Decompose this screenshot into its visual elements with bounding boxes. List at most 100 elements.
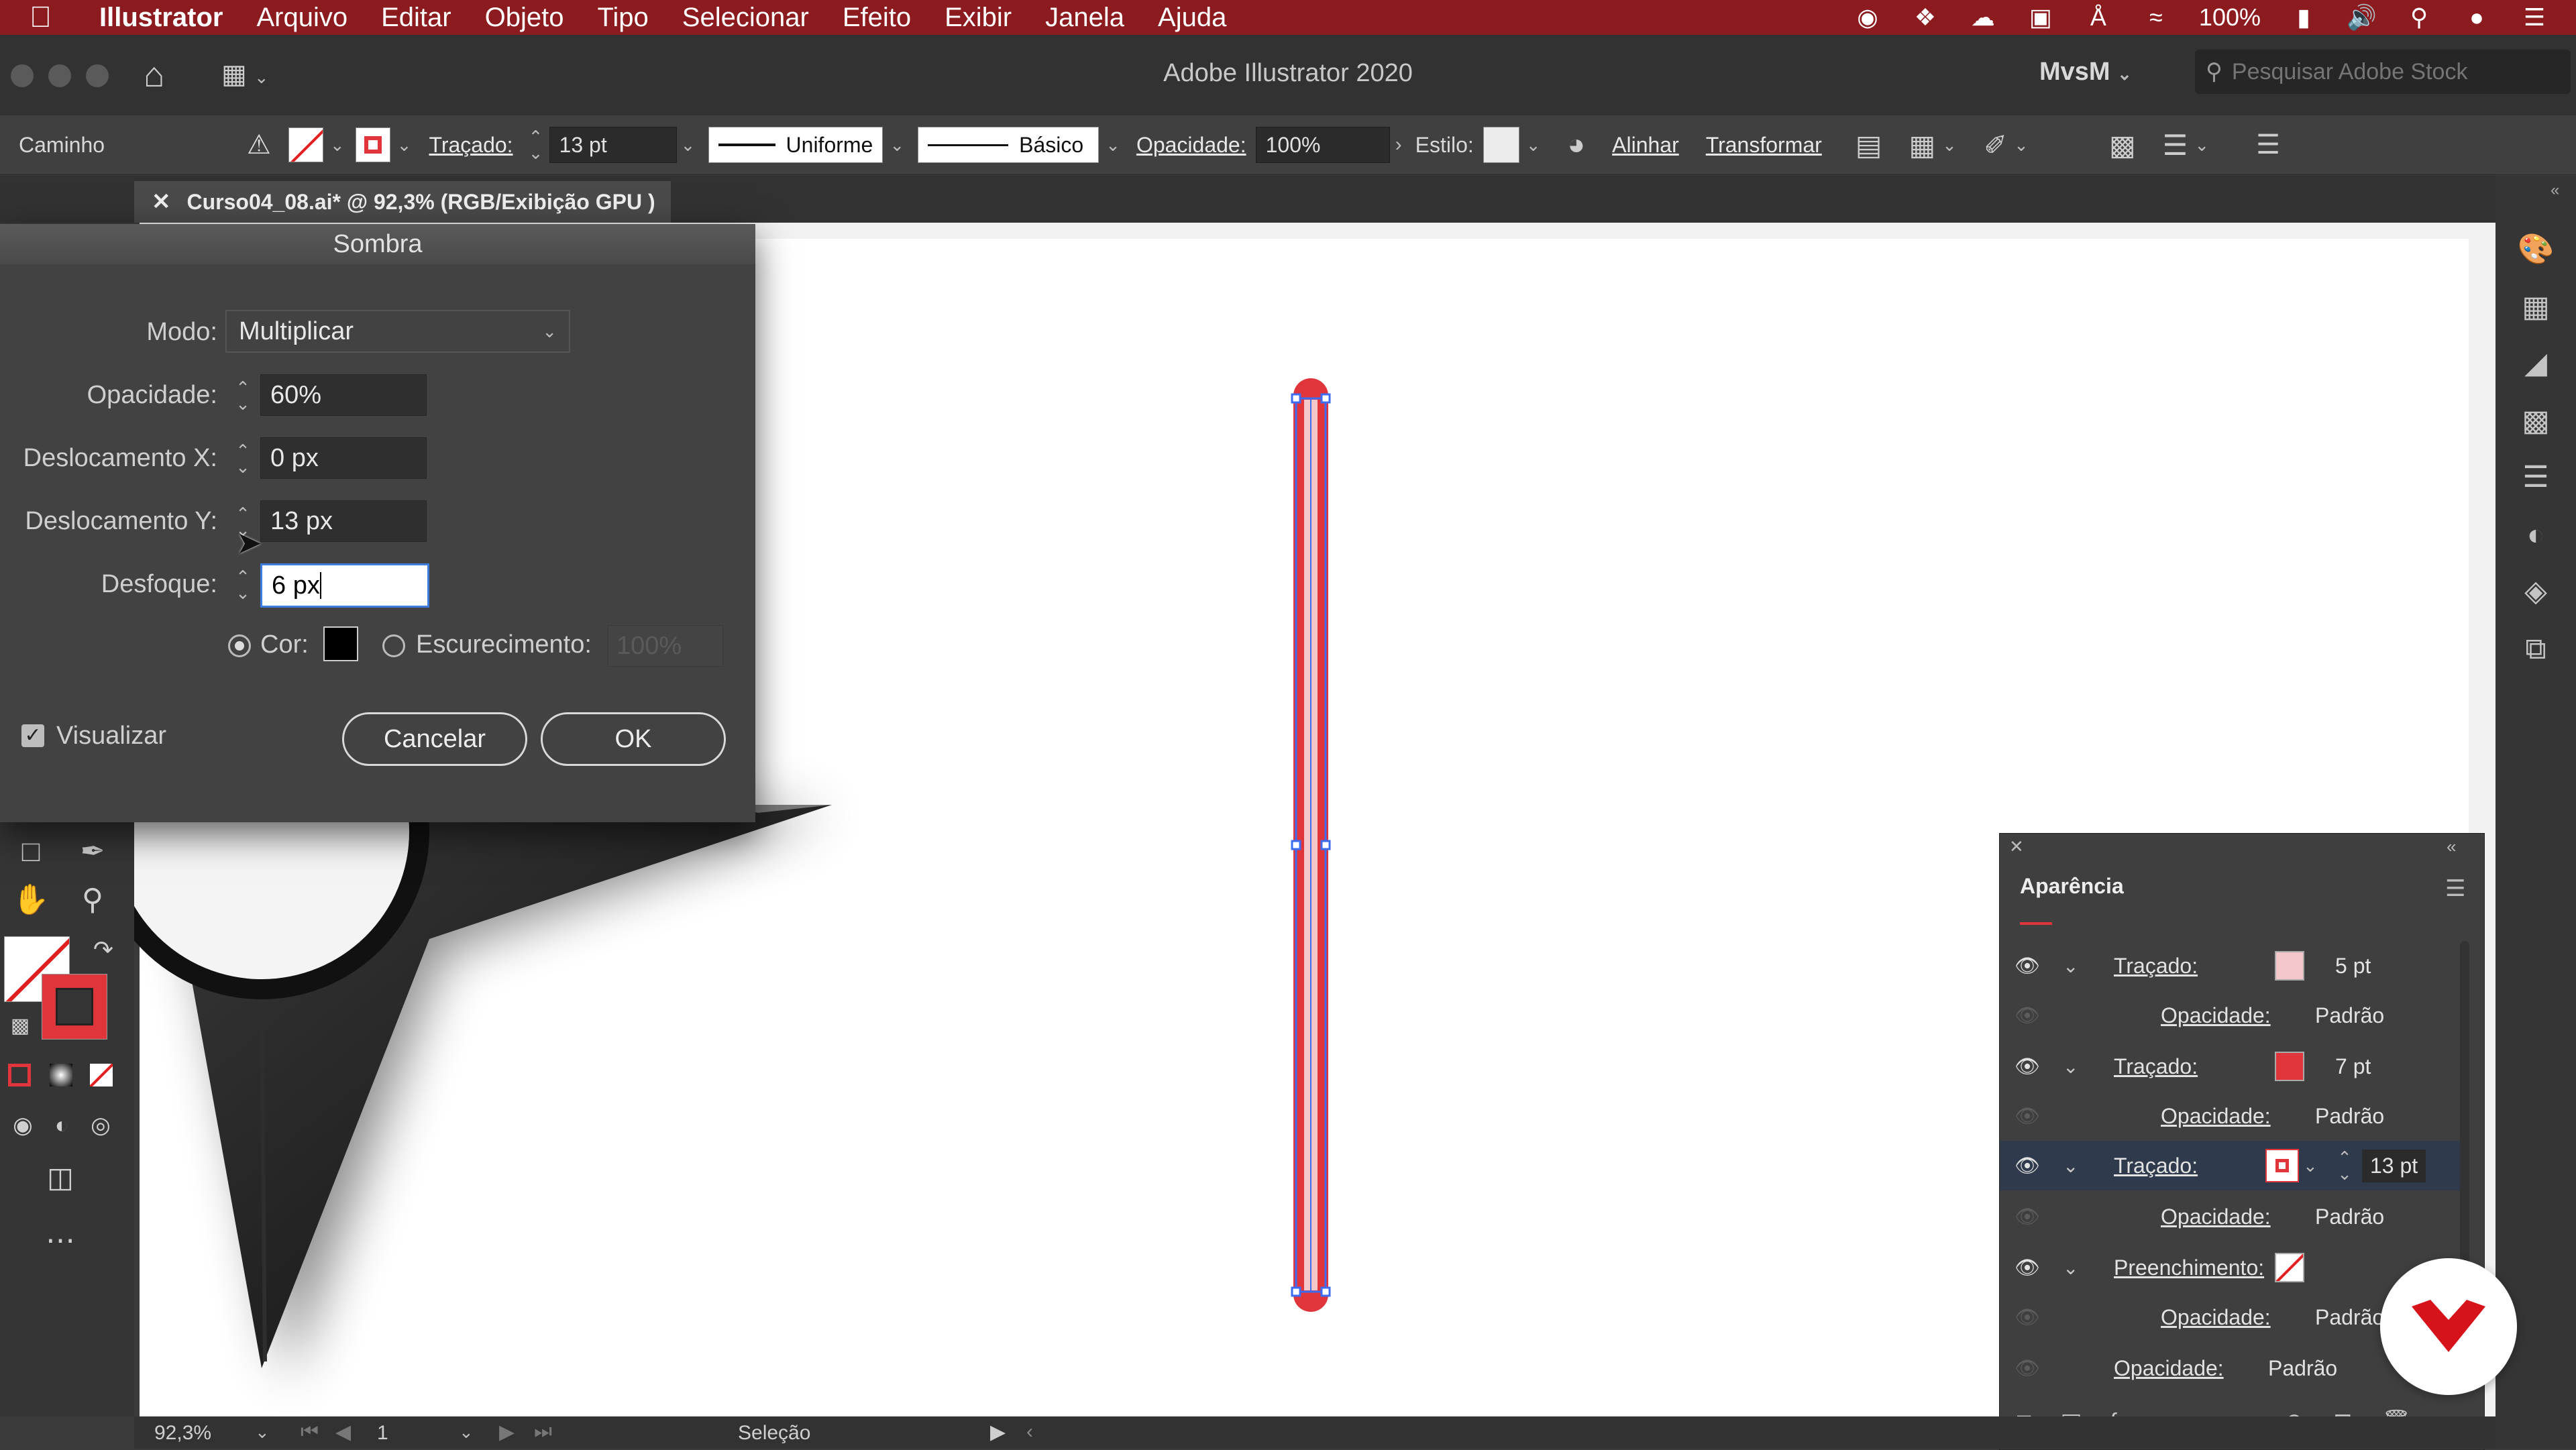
stroke-label[interactable]: Traçado: (429, 133, 513, 158)
edit-toolbar-icon[interactable]: ⋯ (40, 1221, 80, 1261)
appearance-opacity-row[interactable]: 👁 Opacidade: Padrão (2000, 1091, 2469, 1141)
fill-none-swatch[interactable] (2275, 1253, 2304, 1282)
envelope-distort-icon[interactable]: ✐ (1984, 129, 2007, 162)
visibility-eye-icon[interactable]: 👁 (2012, 1306, 2043, 1329)
color-panel-icon[interactable]: 🎨 (2516, 229, 2556, 270)
control-bar-menu-icon[interactable]: ☰ (2256, 129, 2280, 160)
stroke-color-dropdown-icon[interactable]: ⌄ (2303, 1156, 2318, 1176)
artboard-tool-icon[interactable]: □ (11, 832, 51, 872)
stroke-panel-icon[interactable]: ☰ (2516, 457, 2556, 498)
collapse-panel-icon[interactable]: « (2447, 836, 2456, 857)
blur-input[interactable]: 6 px (260, 563, 429, 608)
user-avatar-icon[interactable]: ● (2462, 5, 2491, 30)
chevron-down-icon[interactable]: ⌄ (2063, 1257, 2078, 1279)
opacity-label[interactable]: Opacidade: (2161, 1003, 2271, 1028)
collapse-dock-icon[interactable]: « (2551, 181, 2559, 200)
volume-icon[interactable]: 🔊 (2347, 5, 2377, 30)
brush-definition[interactable]: Básico (918, 127, 1099, 163)
menu-arquivo[interactable]: Arquivo (256, 3, 347, 33)
close-tab-icon[interactable]: ✕ (152, 188, 171, 215)
stock-search-box[interactable]: ⚲ (2195, 50, 2571, 94)
align-link[interactable]: Alinhar (1612, 133, 1679, 158)
stroke-swatch[interactable] (2275, 951, 2304, 981)
stroke-color-swatch[interactable] (42, 974, 107, 1040)
layers-panel-icon[interactable]: ◈ (2516, 571, 2556, 612)
opacity-label[interactable]: Opacidade: (2161, 1104, 2271, 1129)
stroke-weight-field[interactable]: 13 pt (549, 127, 677, 163)
screen-mode-icon[interactable]: ◫ (40, 1158, 80, 1198)
menu-app-name[interactable]: Illustrator (99, 3, 223, 33)
menu-objeto[interactable]: Objeto (485, 3, 564, 33)
isolate-selected-icon[interactable]: ▤ (1856, 129, 1882, 162)
transform-link[interactable]: Transformar (1706, 133, 1822, 158)
blur-stepper[interactable]: ⌃ ⌄ (229, 568, 256, 602)
opacity-slider-arrow-icon[interactable]: › (1395, 133, 1402, 156)
visibility-eye-icon[interactable]: 👁 (2012, 1256, 2043, 1280)
puppet-warp-dropdown-icon[interactable]: ⌄ (1942, 135, 1957, 156)
menu-ajuda[interactable]: Ajuda (1158, 3, 1226, 33)
envelope-dropdown-icon[interactable]: ⌄ (2014, 135, 2029, 156)
ok-button[interactable]: OK (541, 712, 726, 766)
hand-tool-icon[interactable]: ✋ (11, 880, 51, 920)
offset-y-input[interactable]: 13 px (260, 500, 427, 542)
distribute-icon[interactable]: ☰ (2163, 129, 2188, 162)
color-mode-icon[interactable] (8, 1064, 31, 1086)
opacity-label[interactable]: Opacidade: (2161, 1305, 2271, 1330)
puppet-warp-icon[interactable]: ▦ (1909, 129, 1935, 162)
stroke-label[interactable]: Traçado: (2114, 1154, 2198, 1178)
zoom-tool-icon[interactable]: ⚲ (72, 880, 113, 920)
fill-swatch[interactable] (288, 127, 323, 162)
menu-efeito[interactable]: Efeito (843, 3, 911, 33)
battery-icon[interactable]: ▮ (2289, 5, 2318, 30)
display-icon[interactable]: ▣ (2026, 5, 2055, 30)
visibility-eye-icon[interactable]: 👁 (2012, 954, 2043, 978)
stroke-weight-dropdown-icon[interactable]: ⌄ (681, 135, 696, 156)
chevron-down-icon[interactable]: ⌄ (2063, 1155, 2078, 1177)
profile-dropdown-icon[interactable]: ⌄ (890, 135, 904, 156)
stroke-swatch[interactable] (2265, 1149, 2299, 1182)
style-dropdown-icon[interactable]: ⌄ (1526, 135, 1541, 156)
graphic-style-swatch[interactable] (1483, 127, 1519, 163)
draw-normal-icon[interactable]: ◉ (3, 1105, 43, 1146)
zoom-level[interactable]: 92,3% (154, 1422, 211, 1445)
swap-colors-icon[interactable]: ↷ (83, 930, 123, 970)
last-artboard-icon[interactable]: ⏭ (534, 1420, 552, 1443)
dropbox-icon[interactable]: ❖ (1911, 5, 1940, 30)
artboard-number[interactable]: 1 (377, 1422, 388, 1445)
offset-x-input[interactable]: 0 px (260, 437, 427, 479)
visibility-eye-icon[interactable]: 👁 (2012, 1154, 2043, 1178)
document-tab[interactable]: ✕ Curso04_08.ai* @ 92,3% (RGB/Exibição G… (134, 181, 671, 223)
shadow-color-swatch[interactable] (323, 626, 358, 661)
fill-dropdown-icon[interactable]: ⌄ (330, 135, 345, 156)
cancel-button[interactable]: Cancelar (342, 712, 527, 766)
chevron-down-icon[interactable]: ⌄ (2063, 1056, 2078, 1078)
color-radio[interactable] (228, 634, 251, 657)
artboards-panel-icon[interactable]: ⧉ (2516, 629, 2556, 669)
pen-tool-icon[interactable]: ✒ (72, 832, 113, 872)
stroke-weight[interactable]: 5 pt (2335, 954, 2371, 979)
recolor-artwork-icon[interactable]: ◕ (1568, 128, 1586, 162)
default-colors-icon[interactable]: ▩ (0, 1006, 40, 1046)
brush-dropdown-icon[interactable]: ⌄ (1106, 135, 1120, 156)
preview-checkbox[interactable]: ✓ (21, 724, 44, 747)
arrange-icon[interactable]: ▩ (2109, 129, 2136, 162)
visibility-eye-icon[interactable]: 👁 (2012, 1004, 2043, 1027)
zoom-dropdown-icon[interactable]: ⌄ (255, 1422, 270, 1443)
appearance-stroke-row-selected[interactable]: 👁 ⌄ Traçado: ⌄ ⌃ ⌄ 13 pt (2000, 1141, 2469, 1190)
visibility-eye-icon[interactable]: 👁 (2012, 1205, 2043, 1229)
stroke-swatch[interactable] (2275, 1052, 2304, 1081)
spotlight-icon[interactable]: ⚲ (2404, 5, 2434, 30)
appearance-stroke-row[interactable]: 👁 ⌄ Traçado: 5 pt (2000, 941, 2469, 991)
graphic-styles-panel-icon[interactable]: ◢ (2516, 343, 2556, 384)
transparency-panel-icon[interactable]: ◐ (2516, 515, 2556, 555)
status-menu-arrow-icon[interactable]: ▶ (990, 1420, 1006, 1444)
panel-menu-icon[interactable]: ☰ (2445, 875, 2465, 902)
horizontal-scroll-left-icon[interactable]: ‹ (1026, 1420, 1033, 1443)
close-panel-icon[interactable]: ✕ (2009, 836, 2024, 857)
apple-icon[interactable]:  (30, 1, 70, 34)
chevron-down-icon[interactable]: ⌄ (2063, 955, 2078, 977)
appearance-opacity-row[interactable]: 👁 Opacidade: Padrão (2000, 1192, 2469, 1241)
first-artboard-icon[interactable]: ⏮ (301, 1420, 319, 1443)
fill-label[interactable]: Preenchimento: (2114, 1256, 2264, 1280)
appearance-stroke-row[interactable]: 👁 ⌄ Traçado: 7 pt (2000, 1042, 2469, 1091)
